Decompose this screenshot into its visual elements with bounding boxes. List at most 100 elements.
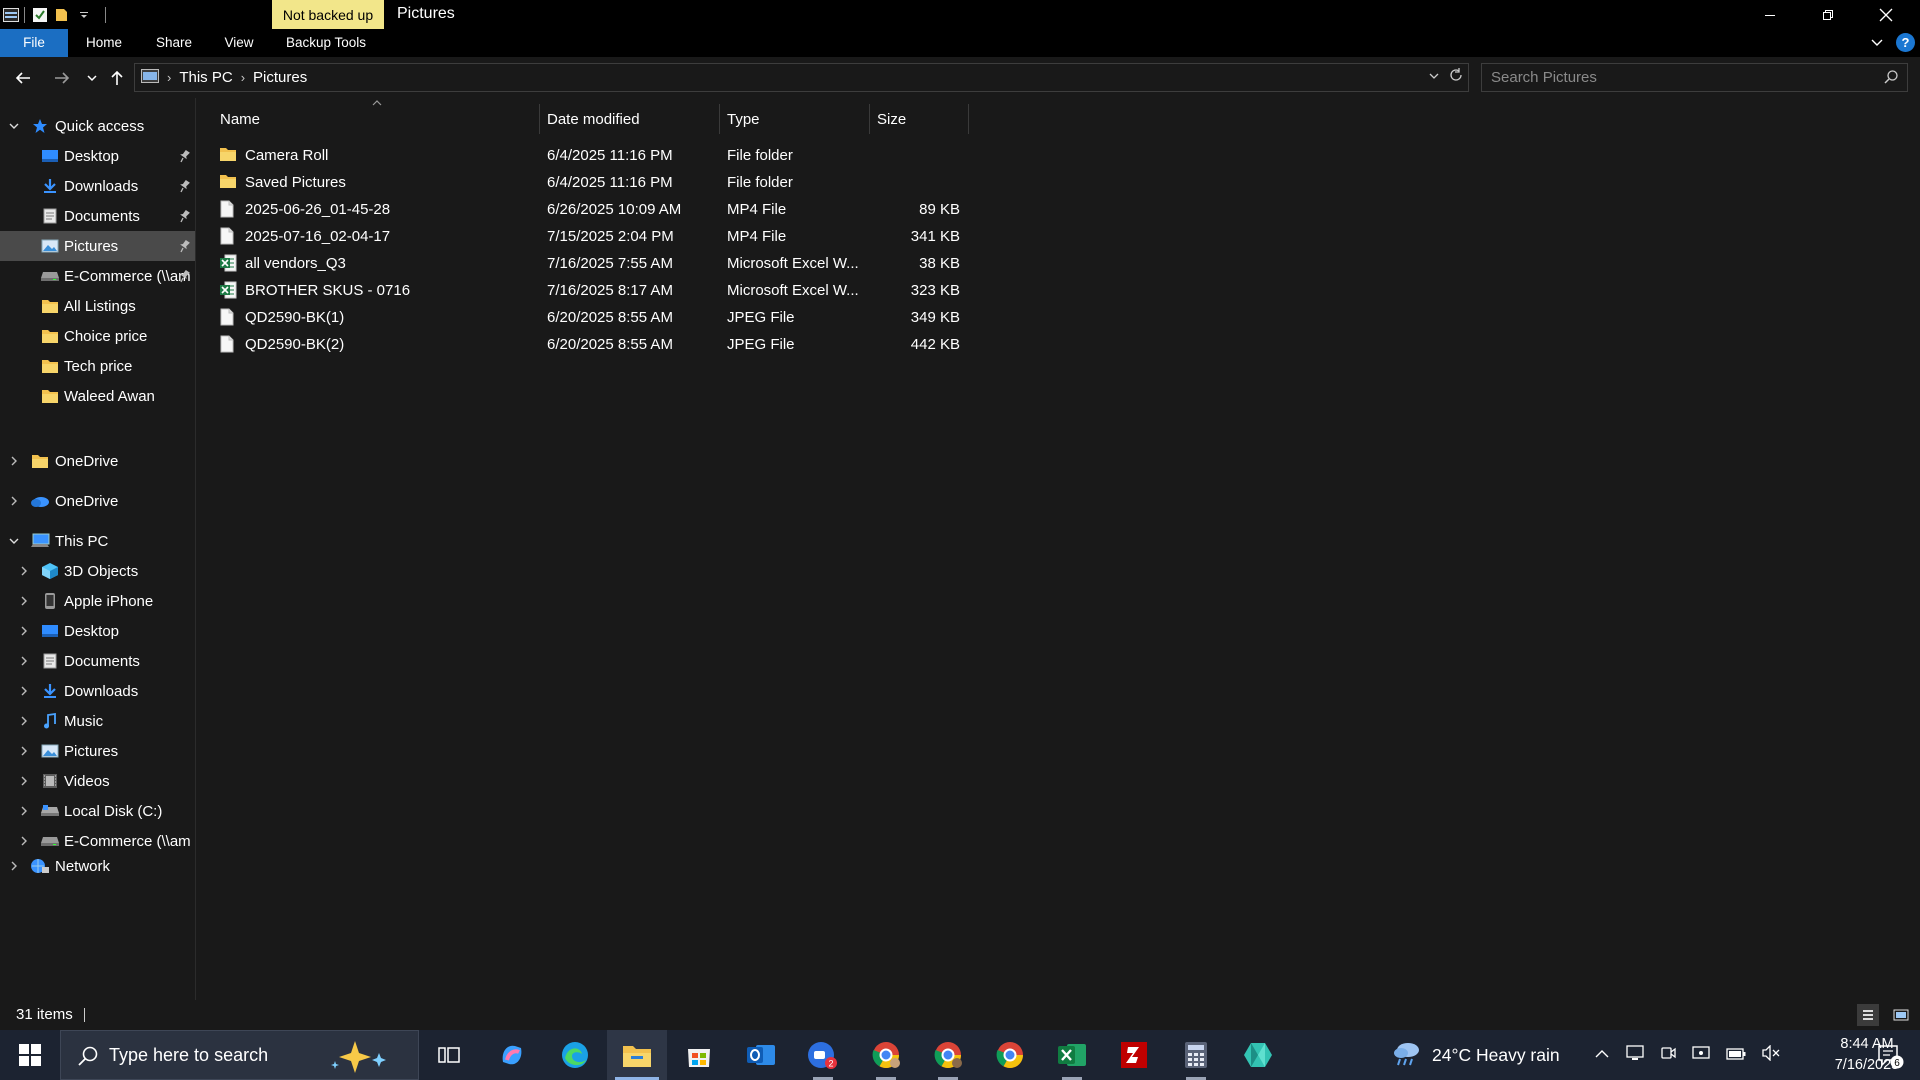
nav-quick-tech-price[interactable]: Tech price [0,351,195,381]
nav-pc-videos[interactable]: Videos [0,766,195,796]
nav-this-pc[interactable]: This PC [0,526,195,556]
file-row[interactable]: QD2590-BK(2) 6/20/2025 8:55 AM JPEG File 44… [215,331,1165,358]
tab-share[interactable]: Share [148,29,200,57]
expand-chevron-icon[interactable] [17,646,31,676]
weather-widget[interactable]: 24°C Heavy rain [1392,1030,1560,1080]
filezilla-app-icon[interactable] [1104,1030,1164,1080]
expand-chevron-icon[interactable] [7,486,21,516]
nav-onedrive-personal[interactable]: OneDrive [0,446,195,476]
back-button[interactable] [11,66,35,90]
column-divider[interactable] [869,104,870,134]
expand-chevron-icon[interactable] [17,616,31,646]
expand-chevron-icon[interactable] [7,851,21,881]
new-folder-icon[interactable] [51,0,73,29]
expand-chevron-icon[interactable] [17,736,31,766]
nav-network[interactable]: Network [0,851,195,881]
outlook-app-icon[interactable] [731,1030,791,1080]
nav-pc-downloads[interactable]: Downloads [0,676,195,706]
close-button[interactable] [1857,0,1915,29]
meet-now-icon[interactable] [1660,1045,1676,1065]
file-row[interactable]: Saved Pictures 6/4/2025 11:16 PM File fold… [215,169,1165,196]
forward-button[interactable] [50,66,74,90]
minimize-button[interactable] [1741,0,1799,29]
pin-icon[interactable] [178,239,190,257]
column-header-size[interactable]: Size [877,98,957,140]
copilot-app-icon[interactable] [482,1030,542,1080]
properties-icon[interactable] [29,0,51,29]
start-button[interactable] [0,1030,60,1080]
microsoft-store-app-icon[interactable] [669,1030,729,1080]
zoom-app-icon[interactable]: 2 [793,1030,853,1080]
large-icons-view-button[interactable] [1890,1004,1912,1026]
file-row[interactable]: QD2590-BK(1) 6/20/2025 8:55 AM JPEG File 34… [215,304,1165,331]
search-box[interactable] [1481,63,1908,92]
nav-quick-downloads[interactable]: Downloads [0,171,195,201]
expand-ribbon-icon[interactable] [1870,35,1884,53]
copilot-sparkle-icon[interactable] [327,1039,407,1077]
collapse-chevron-icon[interactable] [7,111,21,141]
edge-app-icon[interactable] [545,1030,605,1080]
tab-home[interactable]: Home [78,29,130,57]
refresh-icon[interactable] [1448,67,1464,87]
file-row[interactable]: 2025-07-16_02-04-17 7/15/2025 2:04 PM MP4 … [215,223,1165,250]
expand-chevron-icon[interactable] [17,706,31,736]
nav-pc-music[interactable]: Music [0,706,195,736]
nav-pc-3d-objects[interactable]: 3D Objects [0,556,195,586]
nav-quick-choice-price[interactable]: Choice price [0,321,195,351]
column-divider[interactable] [539,104,540,134]
restore-button[interactable] [1799,0,1857,29]
pin-icon[interactable] [178,149,190,167]
window-icon[interactable] [0,0,22,29]
tab-backup-tools[interactable]: Backup Tools [280,29,372,57]
chrome-profile-1-app-icon[interactable] [856,1030,916,1080]
column-divider[interactable] [968,104,969,134]
collapse-chevron-icon[interactable] [7,526,21,556]
expand-chevron-icon[interactable] [17,766,31,796]
tab-view[interactable]: View [216,29,262,57]
nav-onedrive[interactable]: OneDrive [0,486,195,516]
expand-chevron-icon[interactable] [17,796,31,826]
expand-chevron-icon[interactable] [17,676,31,706]
column-header-date[interactable]: Date modified [547,98,717,140]
nav-quick-all-listings[interactable]: All Listings [0,291,195,321]
column-header-name[interactable]: Name [220,98,520,140]
nav-quick-waleed-awan[interactable]: Waleed Awan [0,381,195,411]
nav-quick-pictures[interactable]: Pictures [0,231,195,261]
pin-icon[interactable] [178,209,190,227]
details-view-button[interactable] [1857,1004,1879,1026]
customize-toolbar-icon[interactable] [73,0,95,29]
nav-quick-e-commerce-am[interactable]: E-Commerce (\\am [0,261,195,291]
file-row[interactable]: 2025-06-26_01-45-28 6/26/2025 10:09 AM MP4… [215,196,1165,223]
nav-pc-local-disk-c[interactable]: Local Disk (C:) [0,796,195,826]
nav-quick-documents[interactable]: Documents [0,201,195,231]
nav-pc-documents[interactable]: Documents [0,646,195,676]
nav-pc-apple-iphone[interactable]: Apple iPhone [0,586,195,616]
address-history-icon[interactable] [1428,69,1440,86]
file-row[interactable]: all vendors_Q3 7/16/2025 7:55 AM Microsoft… [215,250,1165,277]
chrome-profile-2-app-icon[interactable] [918,1030,978,1080]
file-row[interactable]: BROTHER SKUS - 0716 7/16/2025 8:17 AM Micr… [215,277,1165,304]
display-icon[interactable] [1626,1045,1644,1065]
task-view-button[interactable] [419,1030,479,1080]
search-icon[interactable] [1883,69,1899,89]
nav-pc-desktop[interactable]: Desktop [0,616,195,646]
breadcrumb-this-pc[interactable]: This PC [179,69,232,86]
column-header-type[interactable]: Type [727,98,867,140]
expand-chevron-icon[interactable] [17,556,31,586]
action-center-button[interactable]: 6 [1860,1030,1920,1080]
network-status-icon[interactable] [1692,1045,1710,1065]
breadcrumb-pictures[interactable]: Pictures [253,69,307,86]
excel-app-icon[interactable] [1042,1030,1102,1080]
pin-icon[interactable] [178,269,190,287]
tab-file[interactable]: File [0,29,68,57]
expand-chevron-icon[interactable] [17,586,31,616]
help-icon[interactable]: ? [1896,33,1915,52]
address-bar[interactable]: › This PC › Pictures [134,63,1469,92]
chrome-app-icon[interactable] [980,1030,1040,1080]
backup-status-tab[interactable]: Not backed up [272,0,384,29]
up-button[interactable] [105,66,129,90]
taskbar-search-box[interactable]: Type here to search [60,1030,419,1080]
search-input[interactable] [1482,64,1872,91]
expand-chevron-icon[interactable] [7,446,21,476]
file-explorer-app-icon[interactable] [607,1030,667,1080]
